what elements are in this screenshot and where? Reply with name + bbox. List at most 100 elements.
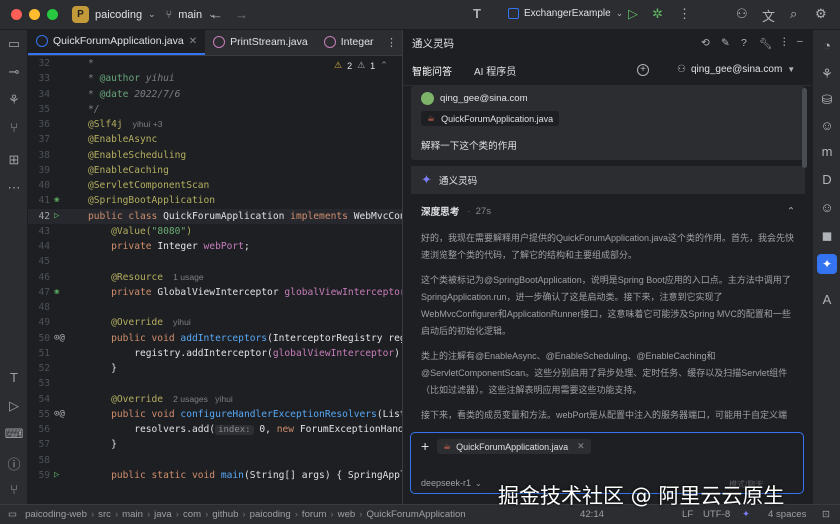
breadcrumb-item[interactable]: forum — [302, 509, 327, 520]
run-icon[interactable]: ▷ — [628, 6, 638, 22]
chat-scrollbar[interactable] — [802, 88, 807, 168]
back-icon[interactable]: ← — [210, 7, 223, 22]
line-separator[interactable]: LF — [682, 509, 693, 520]
code-line[interactable]: 59 ▷ public static void main(String[] arg… — [28, 468, 402, 483]
run-gutter-icon[interactable]: ▷ — [54, 209, 80, 224]
lock-icon[interactable]: ⊡ — [822, 509, 830, 520]
tab-quickforumapplication[interactable]: QuickForumApplication.java ✕ — [28, 30, 206, 55]
indent-setting[interactable]: 4 spaces — [768, 509, 806, 520]
code-line[interactable]: 37 @EnableAsync — [28, 132, 402, 147]
project-selector[interactable]: P paicoding ⌄ — [72, 6, 156, 23]
debug-icon[interactable]: ✲ — [652, 6, 663, 22]
pull-requests-icon[interactable]: ⑂ — [0, 120, 28, 135]
minimize-icon[interactable]: – — [797, 35, 803, 47]
structure-icon[interactable]: ⊞ — [0, 152, 28, 168]
code-line[interactable]: 49 @Override yihui — [28, 315, 402, 330]
code-line[interactable]: 39 @EnableCaching — [28, 163, 402, 178]
code-line[interactable]: 50 ⊙@ public void addInterceptors(Interce… — [28, 331, 402, 346]
ai-assistant-icon[interactable]: A — [813, 292, 840, 307]
more-icon[interactable]: ⋮ — [678, 6, 691, 22]
database-icon[interactable]: ⛁ — [813, 92, 840, 108]
code-line[interactable]: 41 ❀ @SpringBootApplication — [28, 193, 402, 208]
breadcrumb-item[interactable]: src — [98, 509, 111, 520]
code-line[interactable]: 54 @Override 2 usages yihui — [28, 392, 402, 407]
more-icon[interactable]: ⋮ — [386, 36, 397, 49]
code-line[interactable]: 52 } — [28, 361, 402, 376]
tongyi-lingma-icon[interactable]: ✦ — [817, 254, 837, 274]
breadcrumb-item[interactable]: main — [122, 509, 143, 520]
code-line[interactable]: 45 — [28, 254, 402, 269]
override-icon[interactable]: ⊙@ — [54, 331, 80, 346]
more-tools-icon[interactable]: ⋯ — [0, 180, 28, 196]
breadcrumb-item[interactable]: java — [154, 509, 172, 520]
edit-icon[interactable]: ✎ — [721, 37, 730, 49]
code-line[interactable]: 33 * @author yihui — [28, 71, 402, 86]
add-context-icon[interactable]: + — [421, 438, 429, 454]
add-user-icon[interactable]: ⚇ — [736, 6, 748, 22]
code-line[interactable]: 48 — [28, 300, 402, 315]
code-vision-hint[interactable]: yihui +3 — [133, 119, 163, 129]
code-line[interactable]: 58 — [28, 453, 402, 468]
spring-bean-icon[interactable]: ❀ — [54, 285, 80, 300]
attached-file-chip[interactable]: ☕︎ QuickForumApplication.java — [421, 111, 560, 126]
code-line[interactable]: 46 @Resource 1 usage — [28, 270, 402, 285]
zoom-window-button[interactable] — [47, 9, 58, 20]
breadcrumb-item[interactable]: QuickForumApplication — [366, 509, 465, 520]
tab-printstream[interactable]: PrintStream.java — [205, 30, 316, 55]
code-vision-hint[interactable]: 2 usages yihui — [173, 394, 233, 404]
code-line[interactable]: 47 ❀ private GlobalViewInterceptor global… — [28, 285, 402, 300]
close-window-button[interactable] — [11, 9, 22, 20]
git-icon[interactable]: ⑂ — [0, 482, 28, 497]
breadcrumb-item[interactable]: paicoding — [250, 509, 291, 520]
input-attachment-chip[interactable]: ☕︎ QuickForumApplication.java ✕ — [437, 439, 591, 454]
tab-ai-programmer[interactable]: AI 程序员 — [474, 63, 516, 78]
help-icon[interactable]: ? — [741, 37, 747, 49]
chat-scroll-area[interactable]: qing_gee@sina.com ☕︎ QuickForumApplicati… — [411, 86, 805, 456]
run-config-selector[interactable]: ExchangerExample ⌄ — [508, 8, 623, 19]
breadcrumb-item[interactable]: github — [212, 509, 238, 520]
breadcrumb-item[interactable]: paicoding-web — [25, 509, 87, 520]
more-icon[interactable]: ⋮ — [779, 36, 790, 48]
code-line[interactable]: 51 registry.addInterceptor(globalViewInt… — [28, 346, 402, 361]
close-icon[interactable]: ✕ — [189, 36, 197, 47]
forward-icon[interactable]: → — [235, 7, 248, 22]
user-menu[interactable]: ⚇ qing_gee@sina.com ▼ — [677, 64, 795, 75]
code-line[interactable]: 57 } — [28, 437, 402, 452]
code-line[interactable]: 36 @Slf4j yihui +3 — [28, 117, 402, 132]
history-icon[interactable]: ⟲ — [701, 37, 710, 49]
run-services-icon[interactable]: ▷ — [0, 398, 28, 414]
tab-smart-qa[interactable]: 智能问答 — [412, 63, 452, 78]
typewriter-icon[interactable]: T — [473, 6, 481, 21]
cursor-position[interactable]: 42:14 — [580, 509, 604, 520]
chevron-up-icon[interactable]: ⌃ — [787, 206, 795, 217]
override-icon[interactable]: ⊙@ — [54, 407, 80, 422]
minimize-window-button[interactable] — [29, 9, 40, 20]
wrench-icon[interactable]: 🔧︎ — [759, 37, 772, 50]
copilot-icon[interactable]: ☺ — [813, 118, 840, 133]
translate-icon[interactable]: 文 — [762, 6, 775, 25]
code-line[interactable]: 42 ▷ public class QuickForumApplication im… — [28, 208, 402, 224]
typewriter-icon[interactable]: T — [0, 370, 28, 385]
breadcrumb-item[interactable]: com — [183, 509, 201, 520]
code-line[interactable]: 56 resolvers.add(index: 0, new ForumExce… — [28, 422, 402, 437]
tongyi-status-icon[interactable]: ✦ — [742, 509, 750, 520]
spring-bean-icon[interactable]: ❀ — [54, 193, 80, 208]
code-line[interactable]: 38 @EnableScheduling — [28, 148, 402, 163]
project-folder-icon[interactable]: ▭ — [0, 36, 28, 52]
d-plugin-icon[interactable]: D — [813, 172, 840, 187]
search-icon[interactable]: ⌕ — [790, 6, 797, 22]
code-vision-hint[interactable]: 1 usage — [173, 272, 204, 282]
new-chat-icon[interactable]: + — [637, 64, 649, 76]
vcs-icon[interactable]: ▭ — [8, 509, 17, 520]
gradle-icon[interactable]: ⚘ — [813, 66, 840, 82]
notifications-icon[interactable]: ◔ — [813, 38, 840, 53]
code-line[interactable]: 35 */ — [28, 102, 402, 117]
thinking-header[interactable]: 深度思考 · 27s ⌃ — [411, 200, 805, 222]
inspection-widget[interactable]: ⚠ 2 ⚠ 1 ⌃ — [334, 60, 388, 71]
code-line[interactable]: 55 ⊙@ public void configureHandlerExcepti… — [28, 407, 402, 422]
breadcrumb-item[interactable]: web — [338, 509, 356, 520]
terminal-icon[interactable]: ⌨ — [0, 426, 28, 442]
chat-plugin-icon[interactable]: ☺ — [813, 200, 840, 215]
code-vision-hint[interactable]: yihui — [173, 317, 191, 327]
code-line[interactable]: 43 @Value("8080") — [28, 224, 402, 239]
